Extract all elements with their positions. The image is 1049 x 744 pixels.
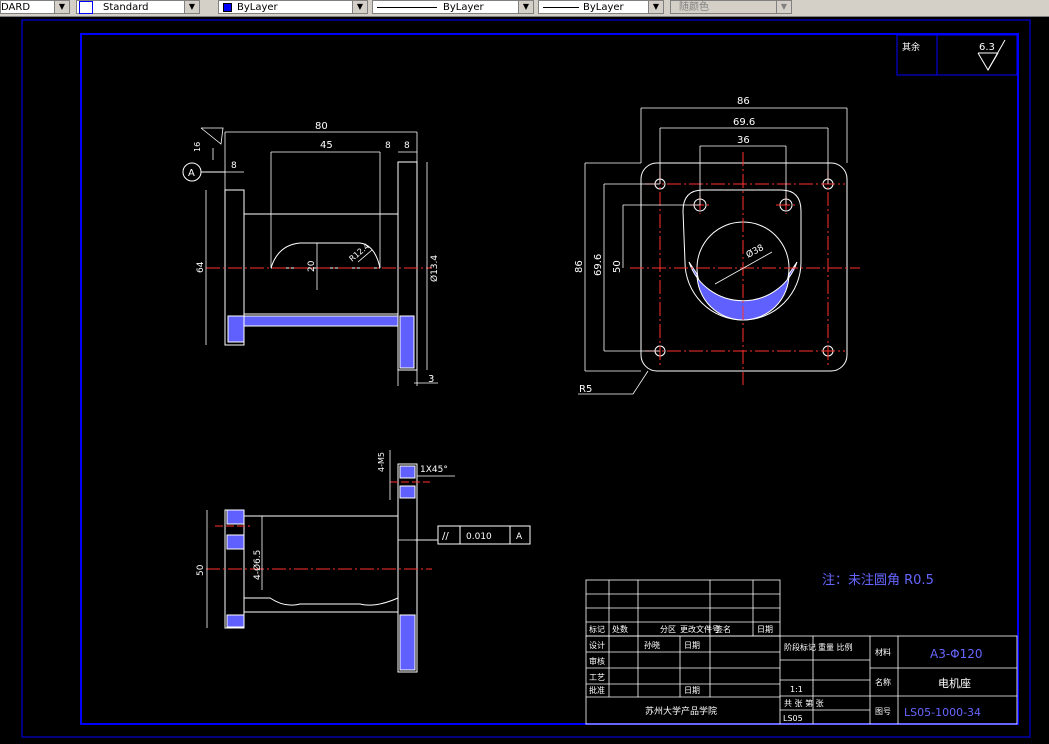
- dim-80: 80: [315, 121, 328, 132]
- lineweight-select[interactable]: ByLayer ▼: [538, 0, 664, 14]
- dim-8a: 8: [385, 141, 391, 151]
- dim-696-top: 69.6: [733, 117, 755, 128]
- dim-20: 20: [307, 260, 317, 272]
- datum-label: A: [188, 168, 195, 179]
- title-block-text: 标记 处数 分区 更改文件号 签名 日期 设计 孙晓 日期 审核 工艺 批准 日…: [589, 624, 891, 723]
- dim-86-top: 86: [737, 96, 750, 107]
- cad-drawing: 其余 6.3 A 80 45 8 8 8 16 64 20 R12.4 Ø13.…: [21, 19, 1031, 738]
- tb-r4-0: 工艺: [589, 673, 605, 682]
- tb-r1-3: 更改文件号: [680, 624, 720, 634]
- properties-toolbar: DARD ▼ Standard ▼ ByLayer ▼ ByLayer ▼ By…: [0, 0, 1049, 17]
- chevron-down-icon[interactable]: ▼: [184, 1, 199, 13]
- dim-38: Ø38: [744, 242, 766, 261]
- dim-134: Ø13.4: [429, 255, 440, 282]
- dim-696-left: 69.6: [593, 254, 604, 276]
- tb-mat-label: 材料: [875, 647, 891, 657]
- roughness-box: 其余 6.3: [896, 34, 1018, 76]
- dim-3: 3: [428, 374, 434, 385]
- plotstyle-select[interactable]: 随颜色 ▼: [670, 0, 792, 14]
- tb-r2-1: 孙晓: [644, 640, 660, 650]
- side-view: [206, 463, 432, 673]
- tolerance-frame: // 0.010 A: [437, 525, 531, 545]
- tb-company: 苏州大学产品学院: [645, 705, 717, 717]
- tb-r5-0: 批准: [589, 685, 605, 695]
- dim-chamfer: 1X45°: [420, 465, 448, 475]
- textstyle-value: Standard: [103, 2, 149, 13]
- drawing-note: 注：未注圆角 R0.5: [822, 573, 934, 588]
- tolerance-datum: A: [516, 532, 523, 542]
- tb-sheet: LS05: [783, 714, 803, 723]
- tolerance-value: 0.010: [466, 532, 492, 542]
- sheet-border: [21, 19, 1031, 738]
- tb-no-label: 图号: [875, 707, 891, 716]
- tb-r3-0: 审核: [589, 656, 605, 666]
- chevron-down-icon[interactable]: ▼: [518, 1, 533, 13]
- dim-64: 64: [196, 261, 206, 273]
- dimstyle-value: DARD: [1, 2, 31, 13]
- line-sample-icon: [377, 7, 437, 8]
- dim-8c: 8: [231, 161, 237, 171]
- textstyle-select[interactable]: Standard ▼: [76, 0, 200, 14]
- tb-mid1: 阶段标记: [784, 642, 816, 652]
- chevron-down-icon[interactable]: ▼: [776, 1, 791, 13]
- tb-name-label: 名称: [875, 677, 891, 687]
- chevron-down-icon[interactable]: ▼: [352, 1, 367, 13]
- text-style-icon[interactable]: [79, 1, 93, 14]
- tb-r1-2: 分区: [660, 625, 676, 634]
- linetype-select[interactable]: ByLayer ▼: [372, 0, 534, 14]
- color-swatch-icon: [223, 3, 232, 12]
- roughness-value: 6.3: [979, 42, 995, 53]
- tb-mid2: 重量 比例: [818, 642, 853, 652]
- plan-view: [630, 152, 860, 385]
- dim-4phi: 4-Ø6.5: [252, 550, 263, 580]
- tb-r1-1: 处数: [612, 624, 628, 634]
- dim-16: 16: [193, 142, 202, 152]
- roughness-label: 其余: [902, 41, 920, 53]
- dim-r124: R12.4: [348, 242, 372, 264]
- chevron-down-icon[interactable]: ▼: [648, 1, 663, 13]
- layer-color-select[interactable]: ByLayer ▼: [218, 0, 368, 14]
- tb-r5-1: 日期: [684, 686, 700, 695]
- dim-36: 36: [737, 135, 750, 146]
- dim-86-left: 86: [574, 260, 585, 273]
- tb-r1-0: 标记: [589, 624, 605, 634]
- tb-part-name: 电机座: [938, 676, 971, 690]
- tb-r2-0: 设计: [589, 640, 605, 650]
- dim-45: 45: [320, 140, 333, 151]
- tb-drawing-no: LS05-1000-34: [904, 706, 981, 719]
- tb-material: A3-Φ120: [930, 647, 983, 661]
- tb-r1-5: 日期: [757, 625, 773, 634]
- line-sample-icon: [543, 7, 579, 8]
- drawing-canvas[interactable]: 其余 6.3 A 80 45 8 8 8 16 64 20 R12.4 Ø13.…: [0, 16, 1049, 740]
- tolerance-symbol: //: [442, 531, 449, 542]
- tb-r1-4: 签名: [715, 624, 731, 634]
- dim-50-bottom: 50: [196, 564, 206, 576]
- dim-4m5: 4-M5: [377, 452, 386, 472]
- tb-r2-2: 日期: [684, 641, 700, 650]
- linetype-value: ByLayer: [443, 2, 484, 13]
- tb-scale-val: 1:1: [790, 685, 803, 694]
- lineweight-value: ByLayer: [583, 2, 624, 13]
- tb-mid3: 共 张 第 张: [784, 698, 824, 708]
- front-section-view: [206, 161, 432, 371]
- dim-8b: 8: [404, 141, 410, 151]
- plotstyle-value: 随颜色: [679, 2, 709, 13]
- layer-color-value: ByLayer: [237, 2, 278, 13]
- dimstyle-select[interactable]: DARD ▼: [0, 0, 70, 14]
- dim-50-left: 50: [612, 260, 623, 273]
- chevron-down-icon[interactable]: ▼: [54, 1, 69, 13]
- dim-r5: R5: [579, 384, 592, 395]
